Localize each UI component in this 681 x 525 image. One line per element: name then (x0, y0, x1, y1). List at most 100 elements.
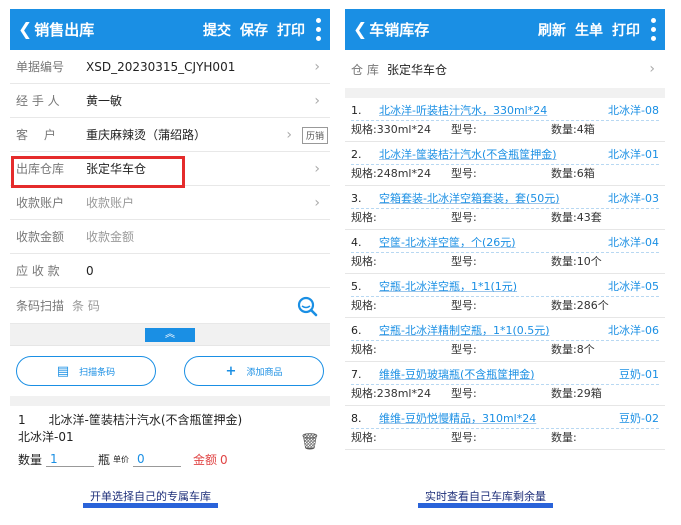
more-menu-icon[interactable] (651, 18, 657, 41)
inventory-item[interactable]: 3. 空箱套装-北冰洋空箱套装，套(50元) 北冰洋-03 规格: 型号: 数量:43套 (345, 186, 665, 230)
submit-button[interactable]: 提交 (203, 20, 231, 40)
qty-value: 4箱 (576, 123, 595, 136)
refresh-button[interactable]: 刷新 (538, 20, 566, 40)
spec-label: 规格: (351, 255, 377, 268)
qty-label: 数量: (551, 211, 577, 224)
search-scan-icon[interactable] (296, 295, 318, 317)
save-button[interactable]: 保存 (240, 20, 268, 40)
inventory-item[interactable]: 4. 空筐-北冰洋空筐，个(26元) 北冰洋-04 规格: 型号: 数量:10个 (345, 230, 665, 274)
amount-value: 0 (220, 452, 228, 467)
item-code: 北冰洋-06 (608, 324, 659, 337)
price-input[interactable]: 0 (133, 452, 182, 467)
barcode-input[interactable]: 条 码 (72, 297, 100, 314)
warehouse-label: 仓 库 (351, 62, 379, 77)
spec-label: 规格: (351, 431, 377, 444)
barcode-icon: ▤ (56, 363, 70, 379)
right-caption: 实时查看自己车库剩余量 (418, 488, 553, 508)
item-name: 北冰洋-筐装桔汁汽水(不含瓶筐押金) (48, 413, 243, 427)
item-name: 维维-豆奶玻璃瓶(不含瓶筐押金) (379, 368, 535, 381)
vehicle-inventory-screen: ❮ 车销库存 刷新 生单 打印 仓 库 张定华车仓 › 1. 北冰洋-听装桔汁汽水… (345, 9, 665, 473)
qty-value: 10个 (576, 255, 602, 268)
field-label: 收款金额 (16, 230, 65, 244)
qty-label: 数量: (551, 123, 577, 136)
field-value: XSD_20230315_CJYH001 (86, 59, 236, 74)
inventory-item[interactable]: 6. 空瓶-北冰洋精制空瓶，1*1(0.5元) 北冰洋-06 规格: 型号: 数量:8个 (345, 318, 665, 362)
spec-label: 规格: (351, 211, 377, 224)
scan-barcode-button[interactable]: ▤ 扫描条码 (16, 356, 156, 386)
qty-input[interactable]: 1 (46, 452, 95, 467)
qty-value: 6箱 (576, 167, 595, 180)
field-payment-account[interactable]: 收款账户 收款账户 › (10, 186, 330, 220)
qty-label: 数量 (18, 453, 43, 467)
qty-label: 数量: (551, 343, 577, 356)
item-index: 1 (18, 413, 26, 427)
chevron-right-icon: › (314, 58, 320, 75)
print-button[interactable]: 打印 (612, 20, 640, 40)
field-handler[interactable]: 经 手 人 黄一敏 › (10, 84, 330, 118)
warehouse-selector[interactable]: 仓 库 张定华车仓 › (345, 50, 665, 98)
item-code: 豆奶-02 (619, 412, 659, 425)
field-barcode[interactable]: 条码扫描 条 码 (10, 288, 330, 324)
sales-outbound-screen: ❮ 销售出库 提交 保存 打印 单据编号 XSD_20230315_CJYH00… (10, 9, 330, 473)
inventory-item[interactable]: 2. 北冰洋-筐装桔汁汽水(不含瓶筐押金) 北冰洋-01 规格:248ml*24 型号:… (345, 142, 665, 186)
left-caption: 开单选择自己的专属车库 (83, 488, 218, 508)
back-button[interactable]: ❮ 车销库存 (353, 19, 429, 40)
type-label: 型号: (451, 211, 477, 224)
chevron-right-icon: › (314, 92, 320, 109)
field-label: 收款账户 (16, 196, 65, 210)
caption-underline (83, 503, 218, 508)
type-label: 型号: (451, 431, 477, 444)
field-doc-number[interactable]: 单据编号 XSD_20230315_CJYH001 › (10, 50, 330, 84)
chevron-double-up-icon: ︽ (145, 327, 195, 342)
inventory-item[interactable]: 8. 维维-豆奶悦慢精品，310ml*24 豆奶-02 规格: 型号: 数量: (345, 406, 665, 450)
type-label: 型号: (451, 387, 477, 400)
spec-label: 规格: (351, 387, 377, 400)
collapse-toggle[interactable]: ︽ (10, 324, 330, 346)
qty-label: 数量: (551, 167, 577, 180)
inventory-item[interactable]: 7. 维维-豆奶玻璃瓶(不含瓶筐押金) 豆奶-01 规格:238ml*24 型号: 数量:… (345, 362, 665, 406)
field-customer[interactable]: 客 户 重庆麻辣烫（蒲绍路） › 历销 (10, 118, 330, 152)
inventory-item[interactable]: 5. 空瓶-北冰洋空瓶，1*1(1元) 北冰洋-05 规格: 型号: 数量:286个 (345, 274, 665, 318)
field-value: 黄一敏 (86, 94, 123, 108)
highlight-box (11, 156, 185, 188)
unit-label: 瓶 (98, 453, 111, 467)
trash-icon[interactable]: 🗑 (300, 432, 320, 451)
field-label: 客 户 (16, 128, 56, 142)
spec-value: 330ml*24 (376, 123, 431, 136)
print-button[interactable]: 打印 (277, 20, 305, 40)
item-code: 豆奶-01 (619, 368, 659, 381)
spec-label: 规格: (351, 299, 377, 312)
action-buttons: ▤ 扫描条码 + 添加商品 (10, 346, 330, 396)
item-number: 2. (351, 148, 362, 161)
top-bar: ❮ 销售出库 提交 保存 打印 (10, 9, 330, 50)
field-receivable: 应 收 款 0 (10, 254, 330, 288)
more-menu-icon[interactable] (316, 18, 322, 41)
inventory-item[interactable]: 1. 北冰洋-听装桔汁汽水，330ml*24 北冰洋-08 规格:330ml*24 型号… (345, 98, 665, 142)
history-badge-button[interactable]: 历销 (301, 127, 328, 144)
item-code: 北冰洋-08 (608, 104, 659, 117)
field-payment-amount[interactable]: 收款金额 收款金额 (10, 220, 330, 254)
item-name: 空瓶-北冰洋空瓶，1*1(1元) (379, 280, 518, 293)
item-number: 7. (351, 368, 362, 381)
item-name: 北冰洋-筐装桔汁汽水(不含瓶筐押金) (379, 148, 557, 161)
spec-label: 规格: (351, 343, 377, 356)
qty-value: 43套 (576, 211, 602, 224)
back-button[interactable]: ❮ 销售出库 (18, 19, 94, 40)
type-label: 型号: (451, 123, 477, 136)
type-label: 型号: (451, 343, 477, 356)
inventory-list: 1. 北冰洋-听装桔汁汽水，330ml*24 北冰洋-08 规格:330ml*24 型号… (345, 98, 665, 450)
item-number: 1. (351, 104, 362, 117)
field-placeholder: 收款金额 (86, 230, 135, 244)
right-caption-text: 实时查看自己车库剩余量 (425, 490, 546, 503)
top-bar: ❮ 车销库存 刷新 生单 打印 (345, 9, 665, 50)
qty-label: 数量: (551, 387, 577, 400)
field-label: 单据编号 (16, 60, 65, 74)
chevron-right-icon: › (314, 194, 320, 211)
item-code: 北冰洋-04 (608, 236, 659, 249)
field-label: 经 手 人 (16, 94, 60, 108)
add-product-button[interactable]: + 添加商品 (184, 356, 324, 386)
generate-order-button[interactable]: 生单 (575, 20, 603, 40)
field-value: 重庆麻辣烫（蒲绍路） (86, 128, 207, 142)
price-label: 单价 (113, 455, 130, 464)
chevron-left-icon: ❮ (353, 19, 368, 40)
